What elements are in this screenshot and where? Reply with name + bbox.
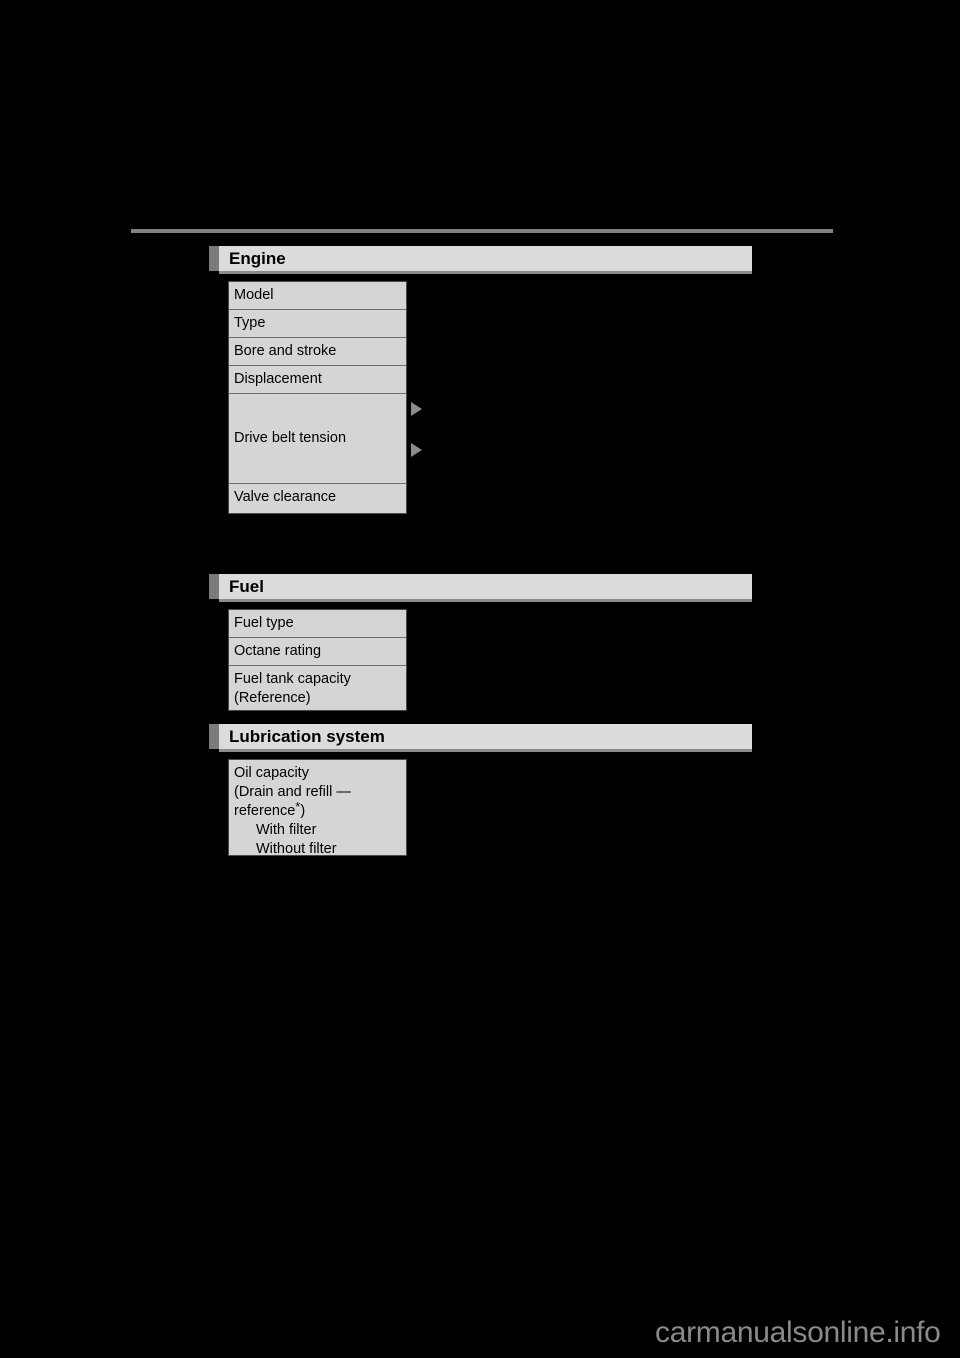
section-title-engine: Engine — [229, 249, 286, 268]
table-cell-label-line3: reference*) — [234, 800, 406, 821]
table-row: Type — [229, 310, 406, 338]
section-tab-marker — [209, 246, 219, 271]
document-page: Engine Model Type Bore and stroke Displa… — [0, 0, 960, 1358]
table-row: Displacement — [229, 366, 406, 394]
table-row: Bore and stroke — [229, 338, 406, 366]
section-header-lubrication: Lubrication system — [209, 724, 752, 752]
triangle-marker-icon — [411, 402, 422, 416]
section-header-shadow — [219, 749, 752, 752]
table-cell-label-line2: (Reference) — [234, 690, 311, 706]
table-row: Fuel tank capacity (Reference) — [229, 666, 406, 710]
table-row: Octane rating — [229, 638, 406, 666]
section-header-bar — [219, 246, 752, 271]
spec-table-fuel: Fuel type Octane rating Fuel tank capaci… — [228, 609, 407, 711]
section-tab-marker — [209, 574, 219, 599]
table-cell-label: Drive belt tension — [234, 430, 347, 446]
section-tab-marker — [209, 724, 219, 749]
table-row: Drive belt tension — [229, 394, 406, 484]
table-cell-label-line2: (Drain and refill — — [234, 784, 351, 800]
reference-text: reference — [234, 803, 296, 819]
section-header-shadow — [219, 599, 752, 602]
page-top-rule — [131, 229, 833, 233]
section-header-bar — [219, 574, 752, 599]
table-cell-subitem: With filter — [256, 822, 317, 838]
section-header-shadow — [219, 271, 752, 274]
table-row: Valve clearance — [234, 489, 337, 505]
closing-paren: ) — [300, 803, 306, 819]
table-row: Fuel type — [229, 610, 406, 638]
section-title-lubrication: Lubrication system — [229, 727, 385, 746]
spec-table-lubrication: Oil capacity (Drain and refill — referen… — [228, 759, 407, 857]
table-cell-label-line1: Oil capacity — [234, 765, 309, 781]
table-row: Model — [229, 282, 406, 310]
section-header-engine: Engine — [209, 246, 752, 274]
table-row: Oil capacity (Drain and refill — referen… — [229, 760, 406, 857]
table-cell-label-line1: Fuel tank capacity — [234, 671, 351, 687]
triangle-marker-icon — [411, 443, 422, 457]
section-header-fuel: Fuel — [209, 574, 752, 602]
site-watermark: carmanualsonline.info — [655, 1316, 941, 1349]
table-cell-subitem: Without filter — [256, 841, 337, 857]
section-title-fuel: Fuel — [229, 577, 264, 596]
spec-table-engine: Model Type Bore and stroke Displacement … — [228, 281, 407, 514]
